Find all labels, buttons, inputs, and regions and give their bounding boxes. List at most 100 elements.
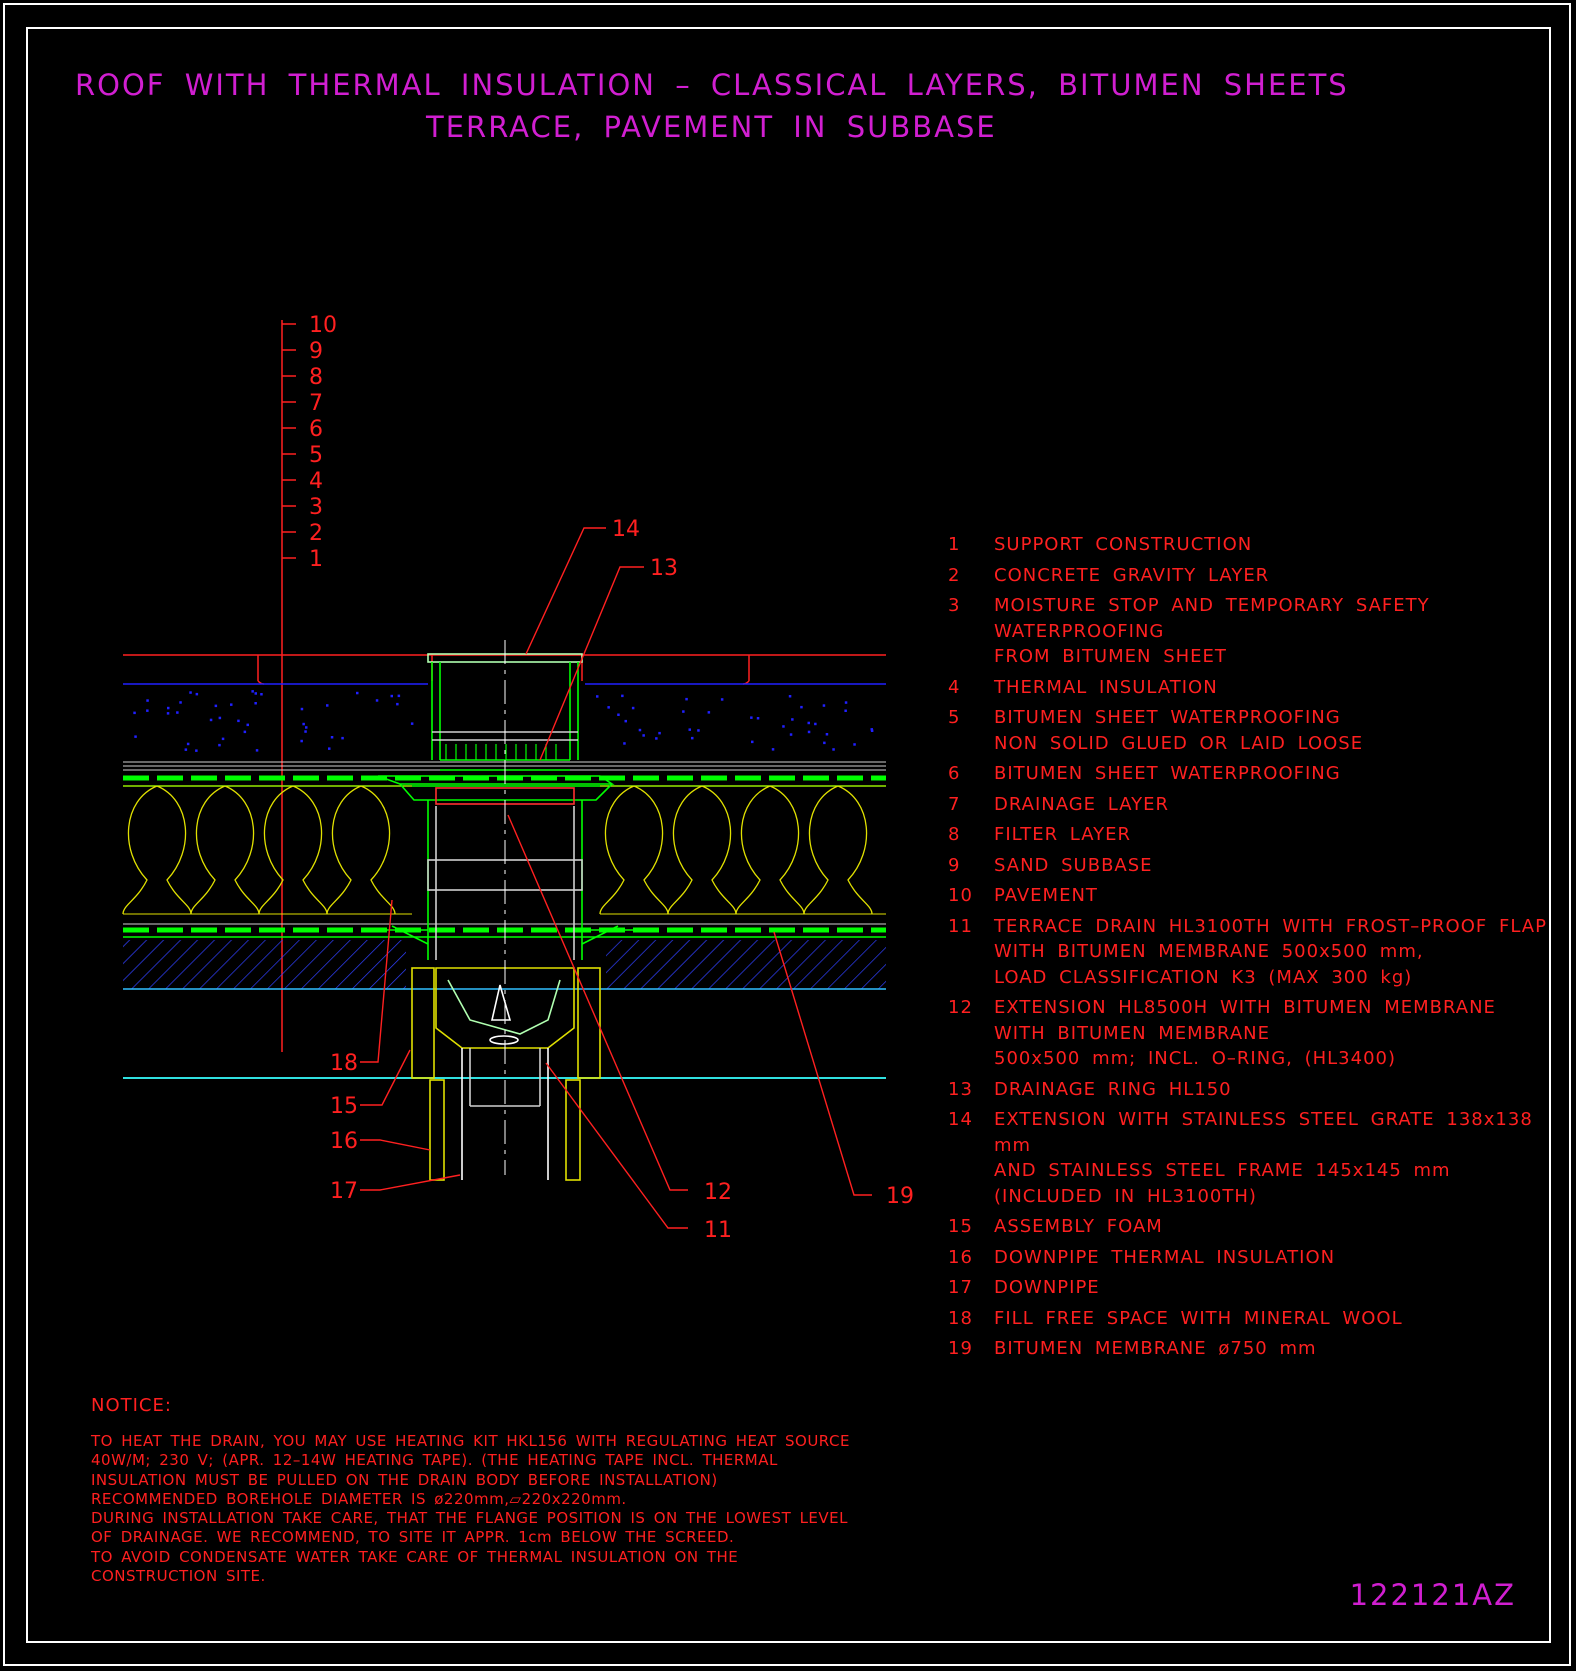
sand-grain <box>691 736 694 740</box>
legend-text: ASSEMBLY FOAM <box>994 1216 1163 1237</box>
scale-label: 2 <box>309 521 323 546</box>
legend-number: 16 <box>948 1246 973 1268</box>
legend-number: 3 <box>948 595 961 616</box>
sand-grain <box>621 694 624 698</box>
sand-grain <box>167 706 170 710</box>
legend-item: 2 CONCRETE GRAVITY LAYER <box>948 563 1548 589</box>
sand-grain <box>251 690 254 693</box>
insulation-loop <box>190 785 260 915</box>
legend-number: 5 <box>948 707 961 728</box>
legend-item: 8 FILTER LAYER <box>948 822 1548 848</box>
sand-grain <box>186 742 190 746</box>
legend-text: EXTENSION WITH STAINLESS STEEL GRATE 138… <box>994 1109 1533 1207</box>
legend-number: 17 <box>948 1277 973 1298</box>
sand-grain <box>822 704 826 707</box>
legend-item: 19 BITUMEN MEMBRANE ø750 mm <box>948 1336 1548 1362</box>
legend-item: 3 MOISTURE STOP AND TEMPORARY SAFETY WATE… <box>948 593 1548 670</box>
insulation-loop <box>735 785 805 915</box>
sand-grain <box>390 694 393 698</box>
sand-grain <box>844 701 848 704</box>
insulation-loop <box>122 785 192 915</box>
sand-grain <box>825 733 829 736</box>
legend-number: 10 <box>948 885 973 906</box>
legend-number: 9 <box>948 854 961 876</box>
legend-item: 13 DRAINAGE RING HL150 <box>948 1077 1548 1103</box>
sand-grain <box>254 692 257 695</box>
legend-text: MOISTURE STOP AND TEMPORARY SAFETY WATER… <box>994 595 1430 667</box>
legend-number: 15 <box>948 1216 973 1237</box>
legend-item: 7 DRAINAGE LAYER <box>948 792 1548 818</box>
sand-grain <box>341 736 344 740</box>
legend-item: 9 SAND SUBBASE <box>948 853 1548 879</box>
sand-grain <box>221 737 225 741</box>
scale-label: 1 <box>309 547 323 572</box>
sand-grain <box>707 711 711 714</box>
sand-grain <box>356 691 359 695</box>
sand-grain <box>304 730 307 733</box>
sand-grain <box>189 691 192 694</box>
legend-number: 1 <box>948 534 961 555</box>
legend: 1 SUPPORT CONSTRUCTION 2 CONCRETE GRAVITY L… <box>948 532 1548 1367</box>
sand-grain <box>243 730 247 734</box>
legend-number: 19 <box>948 1338 973 1359</box>
sand-grain <box>246 723 249 727</box>
sand-grain <box>300 707 304 711</box>
scale-label: 8 <box>309 365 323 390</box>
callout-17: 17 <box>330 1179 358 1204</box>
legend-text: BITUMEN MEMBRANE ø750 mm <box>994 1338 1317 1359</box>
legend-text: DOWNPIPE THERMAL INSULATION <box>994 1246 1336 1268</box>
legend-item: 1 SUPPORT CONSTRUCTION <box>948 532 1548 558</box>
sand-grain <box>397 694 401 698</box>
callout-16: 16 <box>330 1129 358 1154</box>
sand-grain <box>237 719 240 723</box>
notice-title: NOTICE: <box>91 1395 172 1416</box>
sand-grain <box>214 704 218 708</box>
sand-grain <box>756 717 760 720</box>
sand-grain <box>375 699 379 702</box>
callout-11: 11 <box>704 1218 732 1243</box>
sand-grain <box>697 729 700 732</box>
sand-grain <box>751 740 754 744</box>
legend-number: 7 <box>948 793 961 815</box>
legend-item: 14 EXTENSION WITH STAINLESS STEEL GRATE 1… <box>948 1107 1548 1209</box>
sand-grain <box>791 718 794 721</box>
callout-15: 15 <box>330 1094 358 1119</box>
legend-item: 5 BITUMEN SHEET WATERPROOFING NON SOLID G… <box>948 705 1548 756</box>
legend-number: 8 <box>948 824 961 845</box>
scale-label: 6 <box>309 417 323 442</box>
legend-item: 4 THERMAL INSULATION <box>948 675 1548 701</box>
legend-text: SUPPORT CONSTRUCTION <box>994 534 1253 555</box>
sand-grain <box>305 726 308 729</box>
sand-grain <box>195 692 199 696</box>
legend-item: 12 EXTENSION HL8500H WITH BITUMEN MEMBRAN… <box>948 995 1548 1072</box>
callout-19: 19 <box>886 1184 914 1209</box>
legend-number: 18 <box>948 1307 973 1329</box>
legend-text: EXTENSION HL8500H WITH BITUMEN MEMBRANE … <box>994 997 1496 1069</box>
sand-grain <box>146 709 149 712</box>
legend-item: 11 TERRACE DRAIN HL3100TH WITH FROST–PROO… <box>948 914 1548 991</box>
legend-text: FILTER LAYER <box>994 824 1132 845</box>
insulation-loop <box>258 785 328 915</box>
sand-grain <box>807 721 810 725</box>
scale-label: 9 <box>309 339 323 364</box>
sand-grain <box>184 748 188 751</box>
legend-number: 12 <box>948 997 973 1018</box>
sand-grain <box>631 706 635 710</box>
sand-grain <box>146 699 149 702</box>
insulation-loop <box>667 785 737 915</box>
sand-grain <box>853 743 856 746</box>
sand-grain <box>330 736 334 739</box>
legend-item: 18 FILL FREE SPACE WITH MINERAL WOOL <box>948 1306 1548 1332</box>
callout-18: 18 <box>330 1051 358 1076</box>
sand-grain <box>134 735 137 738</box>
sand-grain <box>218 716 222 720</box>
sand-grain <box>807 730 811 734</box>
sand-grain <box>771 748 775 751</box>
legend-number: 11 <box>948 915 973 937</box>
legend-text: PAVEMENT <box>994 885 1098 906</box>
legend-item: 16 DOWNPIPE THERMAL INSULATION <box>948 1245 1548 1271</box>
callout-14: 14 <box>612 517 640 542</box>
legend-text: FILL FREE SPACE WITH MINERAL WOOL <box>994 1307 1403 1329</box>
legend-text: CONCRETE GRAVITY LAYER <box>994 564 1270 586</box>
callout-12: 12 <box>704 1180 732 1205</box>
